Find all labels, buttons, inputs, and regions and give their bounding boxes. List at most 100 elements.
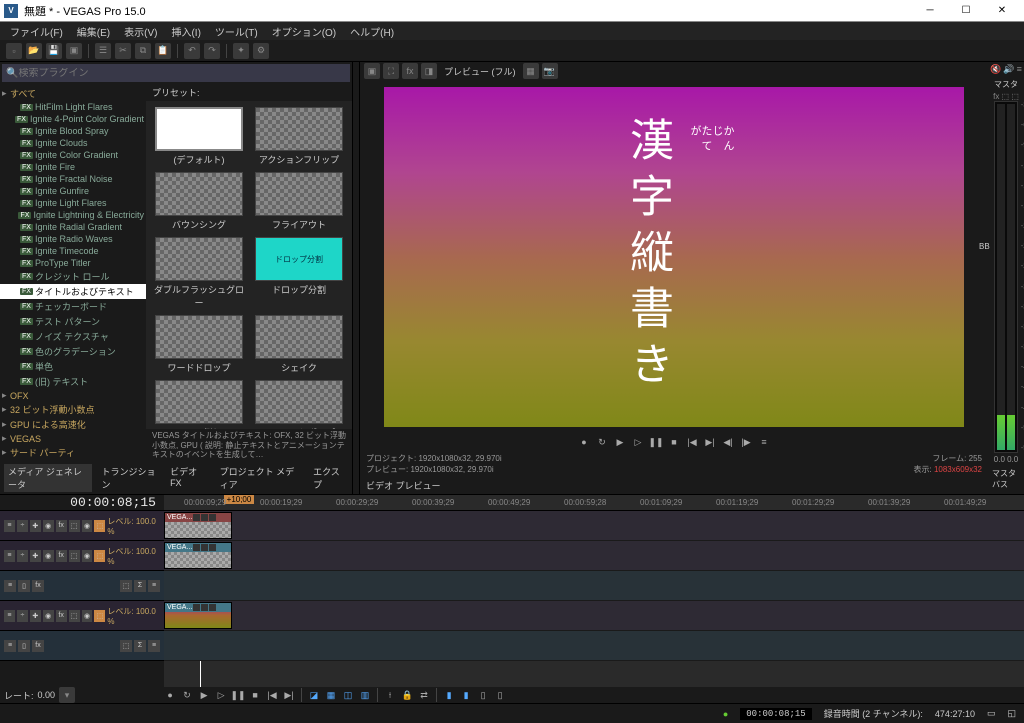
menu-item[interactable]: ファイル(F) [4,22,69,41]
track-header[interactable]: ≡÷✚◉fx⬚◉⬚レベル: 100.0 % [0,541,164,571]
tree-item[interactable]: FXIgnite Clouds [0,137,146,149]
preset-item[interactable]: ドロップ分割ドロップ分割 [252,237,346,309]
ripple-icon[interactable]: ⇄ [417,688,431,702]
redo-icon[interactable]: ↷ [204,43,220,59]
menu-item[interactable]: オプション(O) [266,22,342,41]
tree-item[interactable]: FXチェッカーボード [0,299,146,314]
marker-a-icon[interactable]: ▮ [442,688,456,702]
maximize-button[interactable]: ☐ [948,1,984,21]
panel-tab[interactable]: トランジション [98,464,161,492]
copy-icon[interactable]: ⧉ [135,43,151,59]
panel-tab[interactable]: プロジェクト メディア [216,464,304,492]
tl-pause-icon[interactable]: ❚❚ [231,688,245,702]
tl-loop-icon[interactable]: ↻ [180,688,194,702]
panel-tab[interactable]: エクスプ [309,464,348,492]
undo-icon[interactable]: ↶ [184,43,200,59]
minimize-button[interactable]: ─ [912,1,948,21]
tree-item[interactable]: FXIgnite Timecode [0,245,146,257]
tree-item[interactable]: FXテスト パターン [0,314,146,329]
pause-icon[interactable]: ❚❚ [649,435,663,449]
preset-item[interactable]: (デフォルト) [152,107,246,166]
save-icon[interactable]: 💾 [46,43,62,59]
tree-item[interactable]: ▸VEGAS [0,432,146,445]
props-icon[interactable]: ☰ [95,43,111,59]
menu-item[interactable]: 挿入(I) [165,22,206,41]
tool2-icon[interactable]: ⚙ [253,43,269,59]
menu-item[interactable]: 表示(V) [118,22,163,41]
tree-item[interactable]: FX(旧) テキスト [0,374,146,389]
marker-d-icon[interactable]: ▯ [493,688,507,702]
preview-tab[interactable]: ビデオ プレビュー [360,477,988,494]
marker-b-icon[interactable]: ▮ [459,688,473,702]
tl-stop-icon[interactable]: ■ [248,688,262,702]
preset-item[interactable]: ダブルフラッシュグロー [152,237,246,309]
tree-item[interactable]: FXIgnite Color Gradient [0,149,146,161]
preset-item[interactable]: ドミノ倒し [152,380,246,429]
tool-c-icon[interactable]: ▥ [358,688,372,702]
play-start-icon[interactable]: ▶ [613,435,627,449]
tree-item[interactable]: ▸サード パーティ [0,445,146,460]
cut-icon[interactable]: ✂ [115,43,131,59]
preset-item[interactable]: アクションフリップ [252,107,346,166]
tree-item[interactable]: FXIgnite Gunfire [0,185,146,197]
track-header[interactable]: ≡÷✚◉fx⬚◉⬚レベル: 100.0 % [0,511,164,541]
stop-icon[interactable]: ■ [667,435,681,449]
track-lane[interactable] [164,571,1024,601]
tree-item[interactable]: FXタイトルおよびテキスト [0,284,146,299]
tree-item[interactable]: FXIgnite Radio Waves [0,233,146,245]
track-lane[interactable]: VEGA... [164,541,1024,571]
track-header[interactable]: ≡÷✚◉fx⬚◉⬚レベル: 100.0 % [0,601,164,631]
paste-icon[interactable]: 📋 [155,43,171,59]
master-bus-tab[interactable]: マスタ バス [990,466,1022,492]
preset-item[interactable]: フライアウト [252,172,346,231]
preset-item[interactable]: バウンシング [152,172,246,231]
mute-icon[interactable]: 🔇 [990,64,1001,75]
menu-item[interactable]: ヘルプ(H) [344,22,400,41]
prev-fx-icon[interactable]: fx [402,63,418,79]
preset-item[interactable]: フロートとポップ [252,380,346,429]
prev-ext-icon[interactable]: ⛶ [383,63,399,79]
tl-play-start-icon[interactable]: ▶ [197,688,211,702]
marker[interactable]: +10;00 [224,495,254,504]
go-start-icon[interactable]: |◀ [685,435,699,449]
tree-item[interactable]: FXノイズ テクスチャ [0,329,146,344]
tl-end-icon[interactable]: ▶| [282,688,296,702]
tree-item[interactable]: ▸OFX [0,389,146,402]
tree-item[interactable]: FXIgnite Fractal Noise [0,173,146,185]
panel-tab[interactable]: ビデオ FX [166,464,210,492]
tl-start-icon[interactable]: |◀ [265,688,279,702]
track-lane[interactable] [164,631,1024,661]
tree-item[interactable]: FX単色 [0,359,146,374]
prev-snap-icon[interactable]: 📷 [542,63,558,79]
track-header[interactable]: ≡▯fx⬚Σ≡ [0,571,164,601]
fx-tree[interactable]: ▸すべてFXHitFilm Light FlaresFXIgnite 4-Poi… [0,84,146,462]
tree-item[interactable]: FXIgnite Fire [0,161,146,173]
clip[interactable]: VEGA... [164,542,232,569]
more-icon[interactable]: ≡ [757,435,771,449]
search-input[interactable] [18,68,346,79]
splitter[interactable] [352,62,360,494]
tree-item[interactable]: FXIgnite Radial Gradient [0,221,146,233]
tl-play-icon[interactable]: ▷ [214,688,228,702]
tree-item[interactable]: ▸32 ビット浮動小数点 [0,402,146,417]
play-icon[interactable]: ▷ [631,435,645,449]
tree-item[interactable]: ▸すべて [0,86,146,101]
menu-item[interactable]: 編集(E) [71,22,116,41]
marker-c-icon[interactable]: ▯ [476,688,490,702]
tree-item[interactable]: FXIgnite Blood Spray [0,125,146,137]
panel-tab[interactable]: メディア ジェネレータ [4,464,92,492]
tool-b-icon[interactable]: ◫ [341,688,355,702]
render-icon[interactable]: ▣ [66,43,82,59]
track-lane[interactable]: VEGA... [164,511,1024,541]
normal-edit-icon[interactable]: ◪ [307,688,321,702]
menu-item[interactable]: ツール(T) [209,22,264,41]
tool-a-icon[interactable]: ▦ [324,688,338,702]
track-lane[interactable]: VEGA... [164,601,1024,631]
tree-item[interactable]: FXHitFilm Light Flares [0,101,146,113]
tree-item[interactable]: FXProType Titler [0,257,146,269]
meter-menu-icon[interactable]: ≡ [1017,64,1022,75]
prev-frame-icon[interactable]: ◀| [721,435,735,449]
new-icon[interactable]: ▫ [6,43,22,59]
preview-quality-label[interactable]: プレビュー (フル) [444,65,516,78]
solo-icon[interactable]: 🔊 [1003,64,1014,75]
